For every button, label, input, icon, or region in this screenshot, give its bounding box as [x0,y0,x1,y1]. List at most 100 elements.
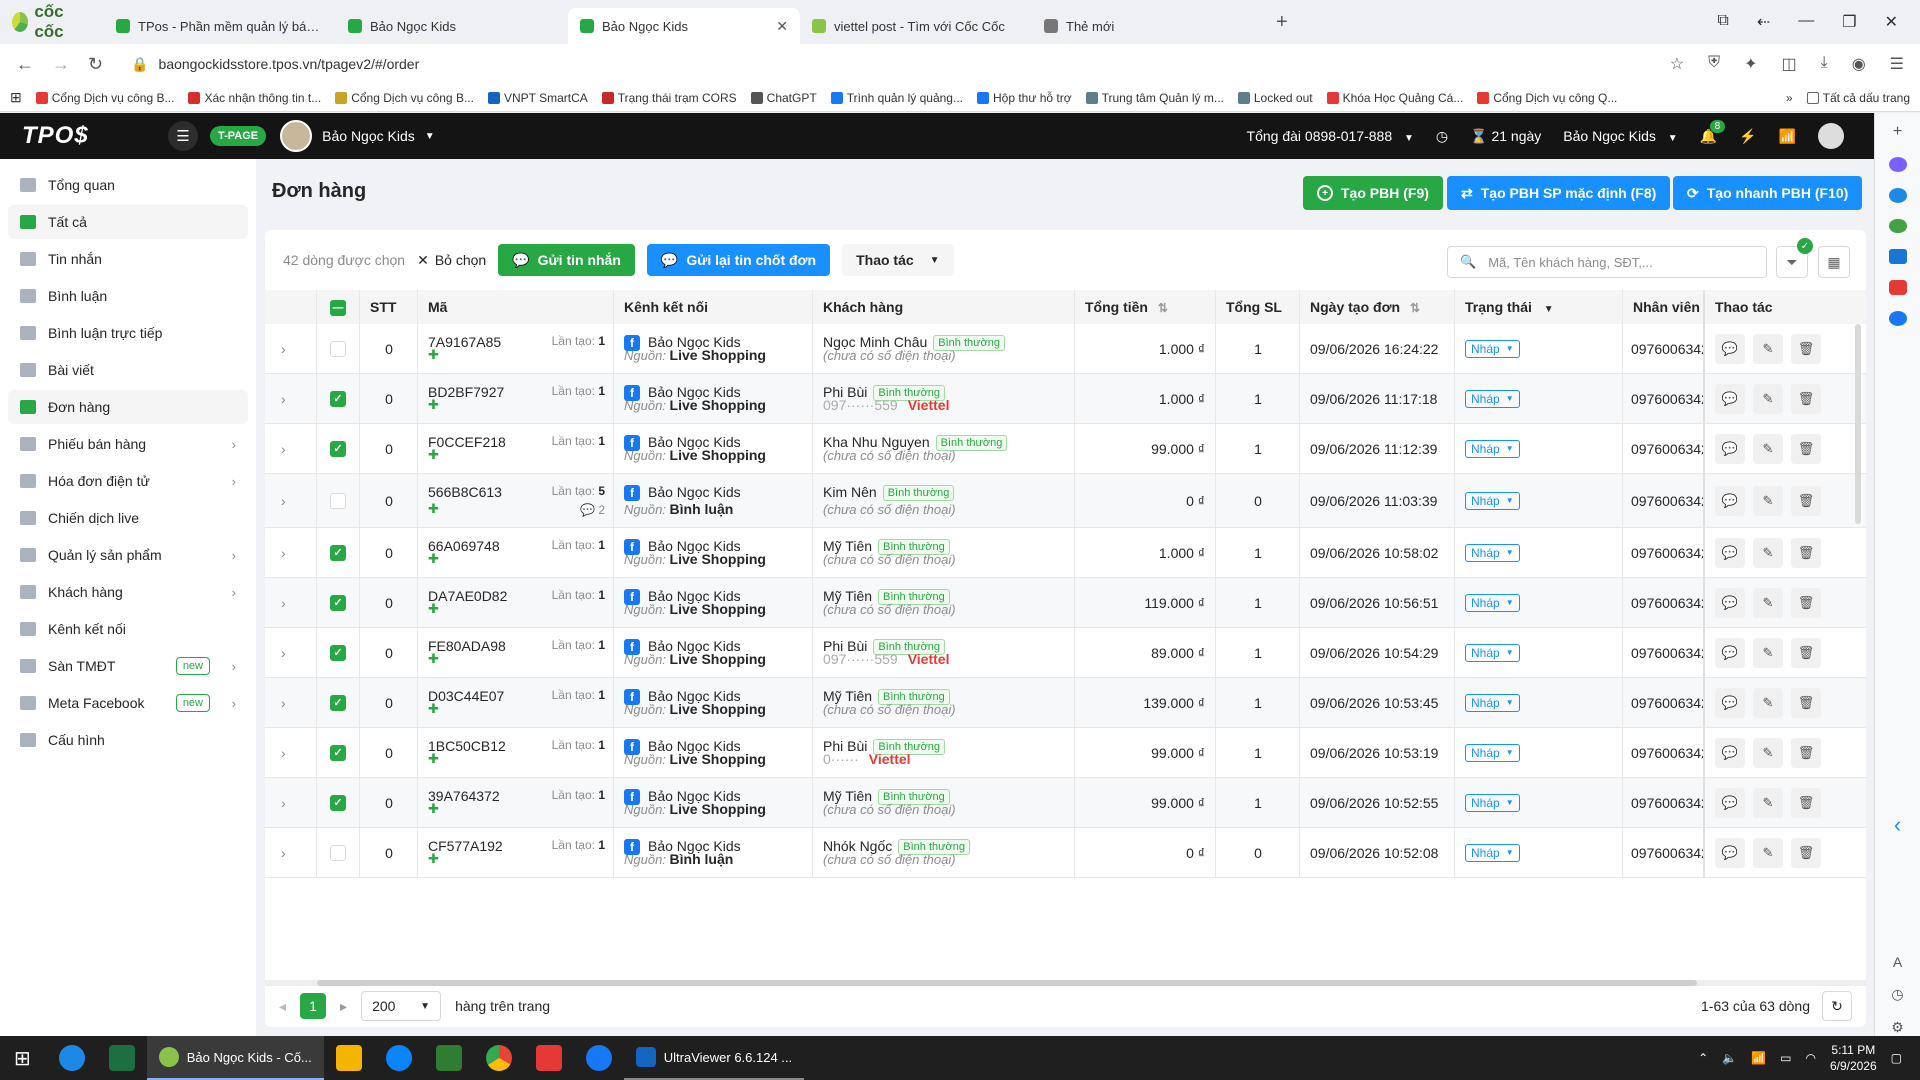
tag-plus-icon[interactable]: ✚ [428,347,439,363]
page-button[interactable]: 1 [300,993,327,1019]
network-icon[interactable]: 📶 [1751,1051,1766,1065]
tag-plus-icon[interactable]: ✚ [428,447,439,463]
row-checkbox[interactable]: ✓ [330,694,346,711]
facebook-icon[interactable] [1888,311,1907,326]
tray-chevron-icon[interactable]: ⌃ [1698,1051,1708,1065]
edit-icon[interactable]: ✎ [1753,433,1783,464]
next-page-icon[interactable]: ▸ [340,998,347,1015]
reload-icon[interactable]: ↻ [88,54,103,75]
status-select[interactable]: Nháp ▼ [1465,793,1520,812]
shield-icon[interactable]: ⛨ [1708,54,1720,74]
tag-plus-icon[interactable]: ✚ [428,751,439,767]
create-pbh-default-button[interactable]: ⇄ Tạo PBH SP mặc định (F8) [1447,176,1671,210]
edit-icon[interactable]: ✎ [1753,687,1783,718]
autocad-taskbar-icon[interactable] [435,1045,462,1071]
message-icon[interactable]: 💬 [1715,737,1745,768]
download-icon[interactable]: ⤓ [1821,54,1828,74]
bookmark-item[interactable]: Trình quản lý quảng... [830,91,963,105]
order-code[interactable]: BD2BF7927 [428,384,504,400]
sidebar-item-binh-luan[interactable]: Bình luận [8,279,248,313]
sidebar-item-khach-hang[interactable]: Khách hàng › [8,575,248,609]
edit-icon[interactable]: ✎ [1753,333,1783,364]
order-code[interactable]: FE80ADA98 [428,638,506,654]
edit-icon[interactable]: ✎ [1753,787,1783,818]
row-checkbox[interactable]: ✓ [330,744,346,761]
status-select[interactable]: Nháp ▼ [1465,439,1520,458]
order-code[interactable]: CF577A192 [428,838,503,854]
new-tab-icon[interactable]: + [1264,11,1300,34]
hamburger-icon[interactable]: ☰ [168,121,198,151]
browser-tab[interactable]: Bảo Ngọc Kids ✕ [568,8,800,44]
delete-icon[interactable]: 🗑 [1791,485,1821,516]
order-code[interactable]: 1BC50CB12 [428,738,506,754]
expand-row-icon[interactable]: › [281,745,286,761]
message-icon[interactable]: 💬 [1715,537,1745,568]
chevron-down-icon[interactable]: ▼ [425,131,435,142]
collapse-panel-icon[interactable]: ‹ [1894,812,1901,838]
bookmark-item[interactable]: Hộp thư hỗ trợ [976,91,1072,105]
deselect-button[interactable]: ✕ Bỏ chọn [417,252,486,269]
quick-pbh-button[interactable]: ⟳ Tạo nhanh PBH (F10) [1673,176,1863,210]
bookmark-item[interactable]: Xác nhận thông tin t... [188,91,321,105]
order-code[interactable]: 566B8C613 [428,484,502,500]
table-row[interactable]: › 0 566B8C613 Lần tạo: 5 ✚ 💬 2 f Bảo Ngọc… [265,474,1866,528]
bookmark-item[interactable]: Cổng Dịch vụ công Q... [1477,91,1617,105]
message-icon[interactable]: 💬 [1715,333,1745,364]
profile-icon[interactable]: ◉ [1852,54,1866,74]
expand-row-icon[interactable]: › [281,391,286,407]
row-checkbox[interactable]: ✓ [330,544,346,561]
add-panel-icon[interactable]: + [1893,123,1902,141]
bookmark-item[interactable]: Cổng Dịch vụ công B... [35,91,174,105]
bell-icon[interactable]: 🔔 8 [1700,119,1726,145]
vertical-scrollbar[interactable] [1855,324,1861,524]
sidebar-item-phieu-ban-hang[interactable]: Phiếu bán hàng › [8,427,248,461]
taskbar-app-coccoc[interactable]: Bảo Ngọc Kids - Cố... [146,1036,324,1080]
row-checkbox[interactable]: ✓ [330,644,346,661]
row-checkbox[interactable] [330,844,346,861]
volume-icon[interactable]: 🔈 [1722,1051,1737,1065]
delete-icon[interactable]: 🗑 [1791,637,1821,668]
settings-panel-icon[interactable]: ⚙ [1891,1019,1904,1036]
table-row[interactable]: › ✓ 0 66A069748 Lần tạo: 1 ✚ f Bảo Ngọc K… [265,528,1866,578]
table-row[interactable]: › ✓ 0 FE80ADA98 Lần tạo: 1 ✚ f Bảo Ngọc K… [265,628,1866,678]
edge-taskbar-icon[interactable] [385,1045,412,1071]
sidebar-item-bai-viet[interactable]: Bài viết [8,353,248,387]
youtube-icon[interactable] [1888,280,1907,296]
message-icon[interactable]: 💬 [1715,637,1745,668]
expand-row-icon[interactable]: › [281,695,286,711]
zalo-taskbar-icon[interactable] [58,1045,85,1071]
tag-plus-icon[interactable]: ✚ [428,651,439,667]
row-checkbox[interactable]: ✓ [330,794,346,811]
edit-icon[interactable]: ✎ [1753,587,1783,618]
column-settings-button[interactable]: ▦ [1818,246,1850,278]
sidebar-item-tin-nhan[interactable]: Tin nhắn [8,242,248,276]
page-size-select[interactable]: 200 ▼ [361,991,442,1021]
delete-icon[interactable]: 🗑 [1791,837,1821,868]
minimize-icon[interactable]: — [1798,12,1814,32]
wifi-tray-icon[interactable]: ◠ [1805,1051,1815,1065]
status-select[interactable]: Nháp ▼ [1465,339,1520,358]
expand-row-icon[interactable]: › [281,795,286,811]
shop-name[interactable]: Bảo Ngọc Kids [322,128,415,144]
apps-grid-icon[interactable]: ⊞ [10,89,22,106]
tpos-logo[interactable]: TPO$ [0,122,168,150]
delete-icon[interactable]: 🗑 [1791,537,1821,568]
row-checkbox[interactable] [330,340,346,357]
table-row[interactable]: › ✓ 0 D03C44E07 Lần tạo: 1 ✚ f Bảo Ngọc K… [265,678,1866,728]
all-bookmarks[interactable]: Tất cả dấu trang [1806,91,1910,105]
table-row[interactable]: › 0 CF577A192 Lần tạo: 1 ✚ f Bảo Ngọc Kid… [265,828,1866,878]
bookmark-item[interactable]: VNPT SmartCA [487,91,588,105]
message-icon[interactable]: 💬 [1715,485,1745,516]
delete-icon[interactable]: 🗑 [1791,587,1821,618]
actions-dropdown[interactable]: Thao tác ▼ [842,244,954,276]
bookmark-item[interactable]: ChatGPT [750,91,817,105]
days-remaining[interactable]: ⌛ 21 ngày [1470,128,1541,145]
sidebar-item-san-tmdt[interactable]: Sàn TMĐT new › [8,649,248,683]
facebook-taskbar-icon[interactable] [585,1045,612,1071]
taskbar-app-ultraviewer[interactable]: UltraViewer 6.6.124 ... [623,1036,805,1080]
message-icon[interactable]: 💬 [1715,433,1745,464]
edit-icon[interactable]: ✎ [1753,537,1783,568]
clock[interactable]: 5:11 PM 6/9/2026 [1830,1042,1877,1074]
browser-tab[interactable]: Bảo Ngọc Kids [336,8,568,44]
row-checkbox[interactable] [330,492,346,509]
